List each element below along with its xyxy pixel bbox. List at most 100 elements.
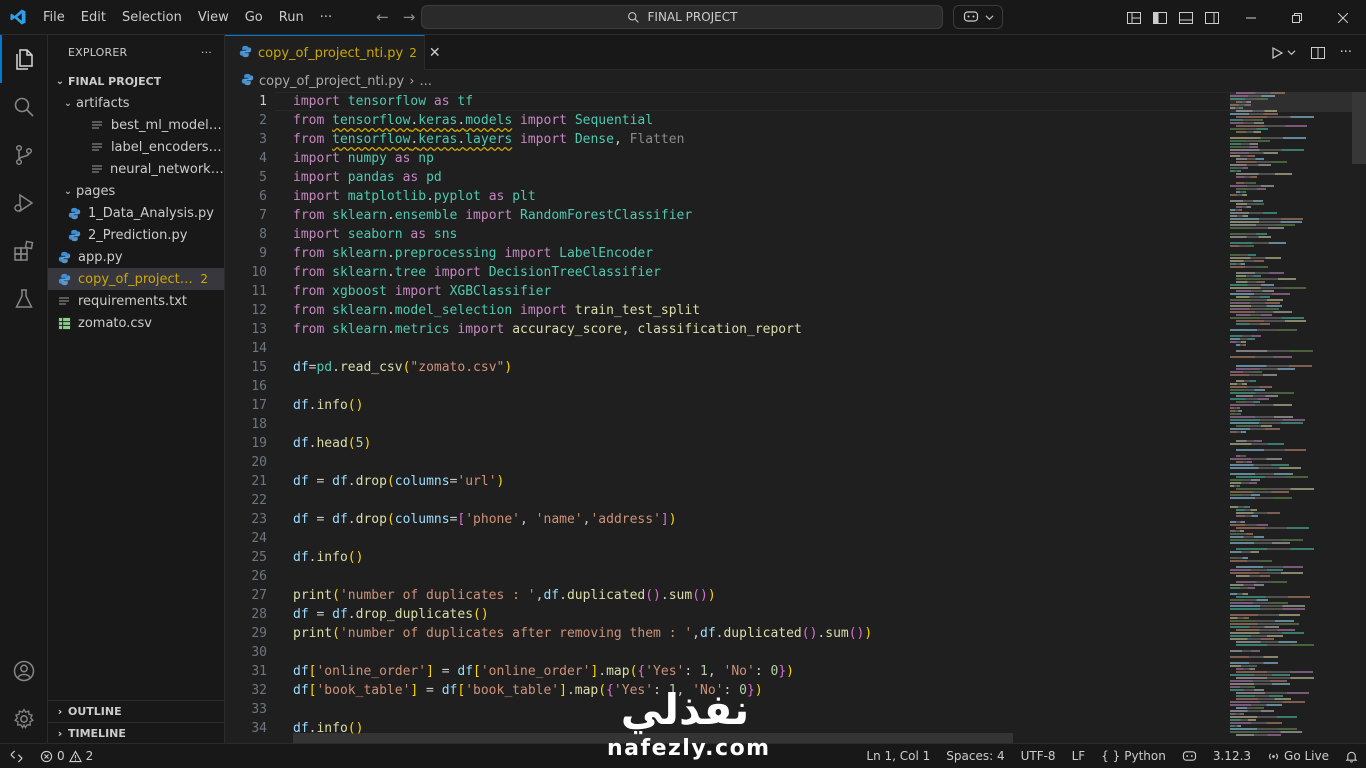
- minimap-line: [1230, 167, 1248, 169]
- python-file-icon: [66, 205, 82, 221]
- activity-search[interactable]: [0, 83, 48, 131]
- timeline-section[interactable]: › TIMELINE: [48, 722, 224, 744]
- explorer-root-folder[interactable]: ⌄ FINAL PROJECT: [48, 70, 224, 92]
- remote-indicator[interactable]: [0, 744, 32, 768]
- minimap-line: [1230, 497, 1292, 499]
- line-number: 28: [251, 607, 267, 622]
- tree-item-best-ml-model[interactable]: best_ml_model.pkl: [48, 114, 224, 136]
- toggle-secondary-sidebar-icon[interactable]: [1204, 10, 1220, 26]
- minimap-line: [1230, 257, 1281, 259]
- minimap[interactable]: [1230, 92, 1352, 743]
- minimize-icon: [1246, 17, 1256, 18]
- minimap-line: [1236, 323, 1270, 325]
- command-center-label: FINAL PROJECT: [647, 10, 738, 24]
- minimap-line: [1230, 572, 1303, 574]
- tree-item-pages[interactable]: ⌄ pages: [48, 180, 224, 202]
- line-number: 10: [251, 265, 267, 280]
- menu-go[interactable]: Go: [237, 0, 271, 35]
- restore-button[interactable]: [1274, 0, 1320, 35]
- close-tab-icon[interactable]: ✕: [429, 45, 441, 61]
- minimap-line: [1230, 683, 1290, 685]
- minimap-line: [1230, 482, 1257, 484]
- minimap-line: [1236, 191, 1246, 193]
- go-live-button[interactable]: Go Live: [1259, 744, 1337, 768]
- end-of-line[interactable]: LF: [1064, 744, 1094, 768]
- line-number: 32: [251, 683, 267, 698]
- tree-item-neural-network[interactable]: neural_network.keras: [48, 158, 224, 180]
- explorer-sidebar: EXPLORER ··· ⌄ FINAL PROJECT ⌄ artifacts…: [48, 35, 225, 743]
- activity-explorer[interactable]: [0, 35, 48, 83]
- indentation[interactable]: Spaces: 4: [938, 744, 1012, 768]
- minimap-line: [1230, 731, 1302, 733]
- tree-item-artifacts[interactable]: ⌄ artifacts: [48, 92, 224, 114]
- code-content[interactable]: import tensorflow as tf from tensorflow.…: [293, 92, 872, 738]
- activity-source-control[interactable]: [0, 131, 48, 179]
- copilot-button[interactable]: [953, 5, 1003, 29]
- minimap-line: [1230, 98, 1268, 100]
- customize-layout-icon[interactable]: [1126, 10, 1142, 26]
- tree-item-data-analysis[interactable]: 1_Data_Analysis.py: [48, 202, 224, 224]
- minimap-line: [1236, 695, 1283, 697]
- minimap-line: [1236, 182, 1256, 184]
- breadcrumb-file[interactable]: copy_of_project_nti.py: [259, 74, 404, 89]
- back-arrow-icon[interactable]: ←: [376, 8, 389, 26]
- run-python-file-button[interactable]: [1270, 46, 1296, 60]
- chevron-down-icon: [1287, 50, 1296, 56]
- explorer-more-actions[interactable]: ···: [201, 46, 212, 59]
- tab-copy-of-project-nti[interactable]: copy_of_project_nti.py 2 ✕: [225, 35, 441, 70]
- code-line: df = df.drop(columns='url'): [293, 474, 505, 489]
- minimap-line: [1230, 674, 1290, 676]
- toggle-panel-icon[interactable]: [1178, 10, 1194, 26]
- minimap-line: [1230, 119, 1263, 121]
- activity-manage[interactable]: [0, 695, 48, 743]
- horizontal-scrollbar[interactable]: [293, 733, 1013, 743]
- minimap-line: [1236, 380, 1256, 382]
- forward-arrow-icon[interactable]: →: [403, 8, 416, 26]
- tree-item-copy-of-project-nti[interactable]: copy_of_project_nti.py 2: [48, 268, 224, 290]
- code-editor[interactable]: 1 2 3 4 5 6 7 8 9 10 11 12 13 14 15 16 17 18 19 20 21 22 23 24 2…: [225, 92, 1366, 743]
- minimap-line: [1230, 341, 1246, 343]
- vertical-scrollbar[interactable]: [1352, 92, 1366, 164]
- tree-item-prediction[interactable]: 2_Prediction.py: [48, 224, 224, 246]
- minimap-line: [1236, 698, 1291, 700]
- minimap-line: [1236, 509, 1257, 511]
- close-window-button[interactable]: [1320, 0, 1366, 35]
- minimap-line: [1236, 671, 1313, 673]
- code-line: df = df.drop_duplicates(): [293, 607, 489, 622]
- activity-testing[interactable]: [0, 275, 48, 323]
- menu-view[interactable]: View: [190, 0, 237, 35]
- minimap-line: [1236, 272, 1284, 274]
- menu-run[interactable]: Run: [271, 0, 312, 35]
- python-interpreter[interactable]: 3.12.3: [1205, 744, 1259, 768]
- toggle-primary-sidebar-icon[interactable]: [1152, 10, 1168, 26]
- tree-item-zomato-csv[interactable]: zomato.csv: [48, 312, 224, 334]
- tree-item-requirements[interactable]: requirements.txt: [48, 290, 224, 312]
- minimap-line: [1230, 536, 1264, 538]
- copilot-status[interactable]: [1174, 744, 1205, 768]
- cursor-position[interactable]: Ln 1, Col 1: [858, 744, 938, 768]
- text-file-icon: [56, 293, 72, 309]
- menu-more[interactable]: ···: [312, 0, 340, 35]
- breadcrumb-symbols[interactable]: ...: [419, 74, 431, 89]
- command-center-search[interactable]: FINAL PROJECT: [421, 5, 943, 29]
- tree-item-app-py[interactable]: app.py: [48, 246, 224, 268]
- menu-selection[interactable]: Selection: [114, 0, 190, 35]
- menu-edit[interactable]: Edit: [73, 0, 114, 35]
- split-editor-icon[interactable]: [1310, 45, 1326, 61]
- minimap-line: [1230, 614, 1300, 616]
- outline-section[interactable]: › OUTLINE: [48, 700, 224, 722]
- editor-more-actions[interactable]: ···: [1340, 45, 1352, 60]
- minimap-line: [1230, 533, 1253, 535]
- minimap-line: [1230, 311, 1292, 313]
- minimize-button[interactable]: [1228, 0, 1274, 35]
- minimap-line: [1230, 413, 1241, 415]
- menu-file[interactable]: File: [35, 0, 73, 35]
- problems-indicator[interactable]: 0 2: [32, 744, 101, 768]
- language-mode[interactable]: { } Python: [1093, 744, 1174, 768]
- activity-run-debug[interactable]: [0, 179, 48, 227]
- activity-extensions[interactable]: [0, 227, 48, 275]
- file-encoding[interactable]: UTF-8: [1013, 744, 1064, 768]
- activity-accounts[interactable]: [0, 647, 48, 695]
- notifications-button[interactable]: [1337, 744, 1366, 768]
- tree-item-label-encoders[interactable]: label_encoders.pkl: [48, 136, 224, 158]
